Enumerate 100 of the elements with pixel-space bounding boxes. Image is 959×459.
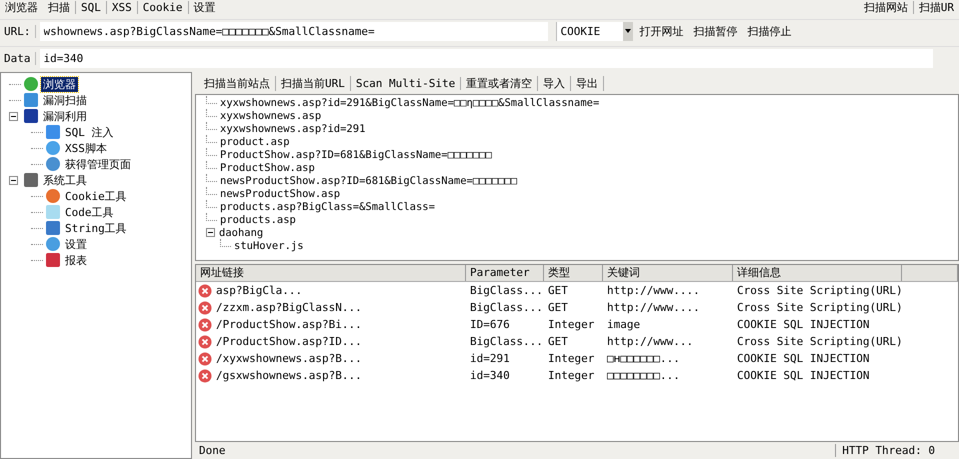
table-cell-text: GET — [547, 301, 569, 314]
table-cell: /zzxm.asp?BigClassN... — [216, 301, 362, 314]
tree-node-icon — [45, 220, 61, 236]
sidebar-item[interactable]: 浏览器 — [41, 76, 78, 92]
table-cell-text: Cross Site Scripting(URL) — [736, 335, 902, 348]
table-cell: /ProductShow.asp?ID... — [216, 335, 362, 348]
table-cell-text: COOKIE SQL INJECTION — [736, 318, 870, 331]
tree-item[interactable]: products.asp?BigClass=&SmallClass= — [220, 200, 435, 212]
toolbar-button[interactable]: 打开网址 — [636, 24, 686, 38]
tree-node-icon — [45, 140, 61, 156]
toolbar-button[interactable]: 扫描停止 — [744, 24, 794, 38]
menu-item[interactable]: XSS — [106, 1, 137, 14]
sidebar-item[interactable]: 获得管理页面 — [63, 156, 133, 172]
table-cell-text: GET — [547, 284, 569, 297]
tree-item[interactable]: xyxwshownews.asp?id=291&BigClassName=□□η□□□□&SmallClassname= — [220, 96, 600, 108]
tree-item[interactable]: newsProductShow.asp — [220, 188, 340, 200]
sidebar-item[interactable]: 报表 — [63, 252, 89, 268]
tree-node-icon — [45, 252, 61, 268]
table-cell-text: BigClass... — [469, 284, 544, 297]
tree-node-icon — [23, 92, 39, 108]
menu-item[interactable]: 扫描网站 — [858, 1, 913, 14]
error-icon — [198, 284, 212, 298]
sidebar-item[interactable]: 漏洞扫描 — [41, 92, 89, 108]
tree-item[interactable]: stuHover.js — [234, 240, 304, 252]
mode-dropdown[interactable]: COOKIE — [556, 22, 632, 40]
menu-item[interactable]: 浏览器 — [0, 1, 43, 14]
sidebar-item[interactable]: SQL 注入 — [63, 124, 116, 140]
table-cell-text: Integer — [547, 352, 596, 365]
column-header[interactable]: 网址链接 — [196, 265, 466, 281]
toolbar-button[interactable]: Scan Multi-Site — [350, 76, 462, 90]
error-icon — [198, 368, 212, 382]
tree-node-icon — [23, 108, 39, 124]
table-cell-text: http://www.... — [606, 301, 701, 314]
tree-node-icon — [45, 124, 61, 140]
error-icon — [198, 334, 212, 348]
table-cell-text: image — [606, 318, 642, 331]
column-header[interactable]: 详细信息 — [733, 265, 902, 281]
tree-node-icon — [45, 236, 61, 252]
table-cell-text: http://www.... — [606, 284, 701, 297]
sidebar-item[interactable]: Cookie工具 — [63, 188, 129, 204]
tree-item[interactable]: xyxwshownews.asp?id=291 — [220, 122, 366, 134]
tree-item[interactable]: product.asp — [220, 136, 290, 148]
tree-item[interactable]: newsProductShow.asp?ID=681&BigClassName=□□□□□□□ — [220, 174, 518, 186]
tree-node-icon — [45, 188, 61, 204]
toolbar-button[interactable]: 扫描当前URL — [276, 76, 351, 90]
data-field[interactable]: id=340 — [40, 48, 933, 68]
menu-item[interactable]: 扫描 — [43, 1, 75, 14]
table-cell-text: id=340 — [469, 369, 511, 382]
table-cell-text: ID=676 — [469, 318, 511, 331]
tree-item[interactable]: xyxwshownews.asp — [220, 110, 322, 122]
toolbar-button[interactable]: 导入 — [538, 76, 572, 90]
table-cell-text: Cross Site Scripting(URL) — [736, 301, 902, 314]
menu-item[interactable]: 设置 — [188, 1, 220, 14]
sidebar-item[interactable]: 设置 — [63, 236, 89, 252]
table-cell-text: COOKIE SQL INJECTION — [736, 352, 870, 365]
menu-item[interactable]: SQL — [75, 1, 106, 14]
status-text: Done — [199, 444, 226, 457]
column-header[interactable]: Parameter — [466, 265, 544, 281]
caret-icon — [624, 29, 630, 33]
sidebar-item[interactable]: 漏洞利用 — [41, 108, 89, 124]
toolbar-button[interactable]: 扫描暂停 — [690, 24, 740, 38]
tree-item[interactable]: products.asp — [220, 214, 296, 226]
table-cell-text: BigClass... — [469, 301, 544, 314]
table-cell: /xyxwshownews.asp?B... — [216, 352, 362, 365]
table-cell: /ProductShow.asp?Bi... — [216, 318, 362, 331]
url-label: URL: — [4, 24, 36, 38]
table-cell: asp?BigCla... — [216, 284, 302, 297]
collapse-toggle[interactable] — [9, 112, 21, 120]
menu-item[interactable]: Cookie — [136, 1, 188, 14]
toolbar-button[interactable]: 重置或者清空 — [461, 76, 538, 90]
tree-node-icon — [45, 204, 61, 220]
toolbar-button[interactable]: 导出 — [571, 76, 604, 90]
error-icon — [198, 300, 212, 314]
tree-item[interactable]: ProductShow.asp — [220, 162, 315, 174]
table-cell-text: BigClass... — [469, 335, 544, 348]
sidebar-item[interactable]: String工具 — [63, 220, 129, 236]
toolbar-button[interactable]: 扫描当前站点 — [199, 76, 276, 90]
sidebar-item[interactable]: Code工具 — [63, 204, 116, 220]
menu-item[interactable]: 扫描UR — [912, 1, 959, 14]
sidebar-item[interactable]: 系统工具 — [41, 172, 89, 188]
table-cell: /gsxwshownews.asp?B... — [216, 369, 362, 382]
column-header[interactable]: 关键词 — [603, 265, 733, 281]
tree-item[interactable]: daohang — [219, 226, 264, 238]
table-cell-text: COOKIE SQL INJECTION — [736, 369, 870, 382]
url-field[interactable]: wshownews.asp?BigClassName=□□□□□□□&SmallClassname= — [40, 22, 548, 40]
sidebar-item[interactable]: XSS脚本 — [63, 140, 109, 156]
error-icon — [198, 352, 212, 366]
table-cell-text: id=291 — [469, 352, 511, 365]
table-cell-text: Integer — [547, 369, 596, 382]
table-cell-text: □ʜ□□□□□□... — [606, 352, 681, 365]
thread-count: HTTP Thread: 0 — [835, 444, 935, 457]
tree-node-icon — [23, 76, 39, 92]
column-header[interactable]: 类型 — [544, 265, 603, 281]
table-cell-text: Cross Site Scripting(URL) — [736, 284, 902, 297]
collapse-toggle[interactable] — [9, 176, 21, 184]
table-cell-text: □□□□□□□□... — [606, 369, 681, 382]
tree-node-icon — [23, 172, 39, 188]
tree-item[interactable]: ProductShow.asp?ID=681&BigClassName=□□□□□□□ — [220, 148, 492, 160]
table-cell-text: http://www... — [606, 335, 694, 348]
tree-node-icon — [45, 156, 61, 172]
